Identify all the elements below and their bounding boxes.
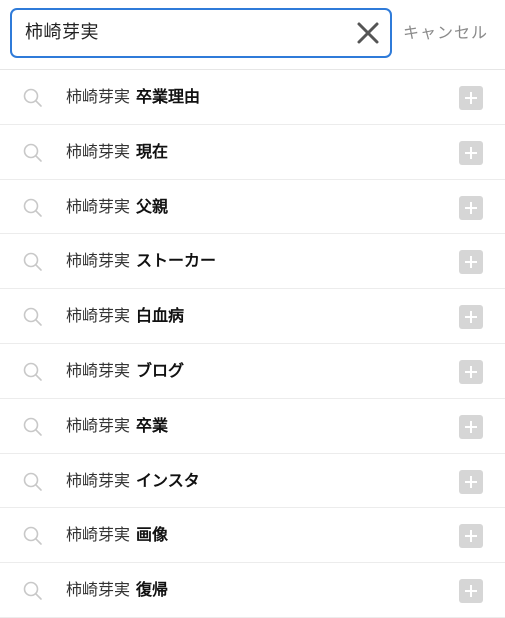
suggestion-text: 柿崎芽実 復帰	[66, 580, 169, 600]
suggestion-item[interactable]: 柿崎芽実 卒業理由	[0, 70, 505, 125]
suggestion-text: 柿崎芽実 インスタ	[66, 470, 200, 490]
search-query-text[interactable]: 柿崎芽実	[25, 10, 99, 56]
search-icon	[22, 580, 44, 602]
suggestion-list: 柿崎芽実 卒業理由 柿崎芽実 現在 柿崎芽実 父親 柿崎芽実 ストーカー 柿崎芽実 白血病…	[0, 70, 505, 618]
search-icon	[22, 416, 44, 438]
suggestion-item[interactable]: 柿崎芽実 インスタ	[0, 454, 505, 509]
suggestion-text: 柿崎芽実 ブログ	[66, 360, 185, 380]
suggestion-text: 柿崎芽実 卒業	[66, 415, 169, 435]
suggestion-text: 柿崎芽実 現在	[66, 141, 169, 161]
plus-icon[interactable]	[459, 86, 483, 110]
plus-icon[interactable]	[459, 414, 483, 439]
search-input[interactable]: 柿崎芽実	[10, 8, 392, 58]
suggestion-item[interactable]: 柿崎芽実 現在	[0, 125, 505, 180]
cancel-button[interactable]: キャンセル	[403, 8, 488, 58]
search-icon	[22, 87, 44, 109]
close-icon[interactable]	[354, 19, 382, 47]
suggestion-item[interactable]: 柿崎芽実 ブログ	[0, 344, 505, 399]
search-icon	[22, 361, 44, 383]
plus-icon[interactable]	[459, 250, 483, 275]
suggestion-item[interactable]: 柿崎芽実 復帰	[0, 563, 505, 618]
suggestion-item[interactable]: 柿崎芽実 卒業	[0, 399, 505, 454]
plus-icon[interactable]	[459, 305, 483, 330]
suggestion-text: 柿崎芽実 画像	[66, 525, 169, 545]
search-icon	[22, 525, 44, 547]
suggestion-text: 柿崎芽実 卒業理由	[66, 87, 201, 106]
suggestion-item[interactable]: 柿崎芽実 白血病	[0, 289, 505, 344]
plus-icon[interactable]	[459, 195, 483, 220]
search-icon	[22, 142, 44, 164]
suggestion-item[interactable]: 柿崎芽実 父親	[0, 180, 505, 235]
search-bar: 柿崎芽実 キャンセル	[0, 0, 505, 70]
plus-icon[interactable]	[459, 140, 483, 165]
plus-icon[interactable]	[459, 359, 483, 384]
search-icon	[22, 306, 44, 328]
search-icon	[22, 251, 44, 273]
plus-icon[interactable]	[459, 524, 483, 549]
suggestion-text: 柿崎芽実 ストーカー	[66, 251, 217, 271]
plus-icon[interactable]	[459, 469, 483, 494]
search-icon	[22, 471, 44, 493]
suggestion-item[interactable]: 柿崎芽実 ストーカー	[0, 234, 505, 290]
search-icon	[22, 197, 44, 219]
suggestion-item[interactable]: 柿崎芽実 画像	[0, 508, 505, 564]
suggestion-text: 柿崎芽実 白血病	[66, 306, 185, 326]
suggestion-text: 柿崎芽実 父親	[66, 196, 169, 216]
